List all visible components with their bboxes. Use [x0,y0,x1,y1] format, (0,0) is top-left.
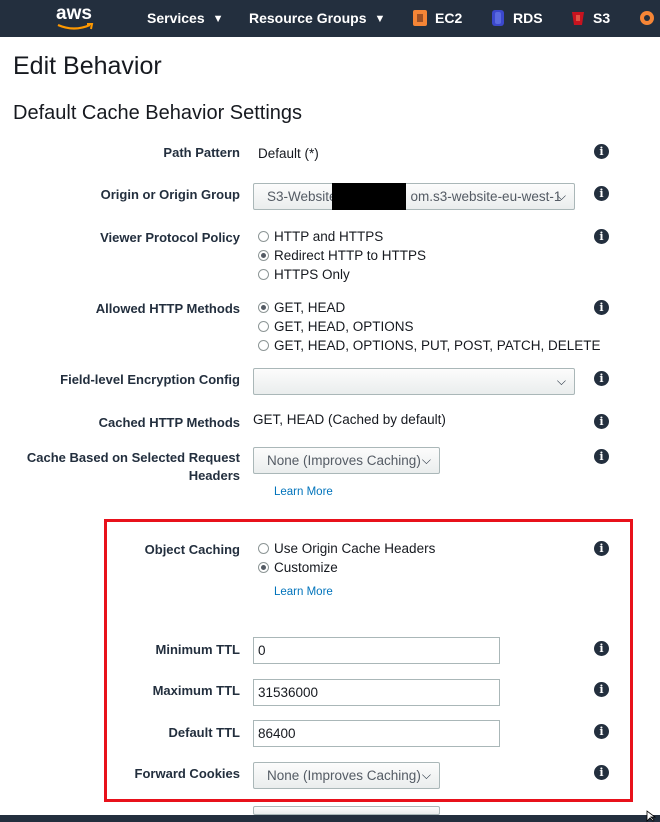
radio-button[interactable] [258,542,269,554]
radio-label: Redirect HTTP to HTTPS [274,247,427,263]
radio-redirect-http-to-https[interactable]: Redirect HTTP to HTTPS [258,246,426,264]
services-menu[interactable]: Services ▼ [147,10,224,26]
info-icon[interactable]: i [594,371,609,386]
info-icon[interactable]: i [594,414,609,429]
info-icon[interactable]: i [594,641,609,656]
chevron-down-icon: ⌵ [421,768,431,782]
cached-methods-label: Cached HTTP Methods [98,415,240,430]
radio-button[interactable] [258,320,269,332]
radio-label: GET, HEAD, OPTIONS, PUT, POST, PATCH, DE… [274,337,601,353]
path-pattern-value: Default (*) [258,146,319,161]
cached-methods-value: GET, HEAD (Cached by default) [253,412,446,427]
fle-config-select[interactable]: ⌵ [253,368,575,395]
radio-http-and-https[interactable]: HTTP and HTTPS [258,227,383,245]
radio-button[interactable] [258,268,269,280]
allowed-methods-label: Allowed HTTP Methods [95,301,240,316]
info-icon[interactable]: i [594,682,609,697]
cache-headers-select[interactable]: None (Improves Caching) ⌵ [253,447,440,474]
info-icon[interactable]: i [594,186,609,201]
forward-cookies-label: Forward Cookies [134,766,240,781]
info-icon[interactable]: i [594,765,609,780]
radio-label: GET, HEAD [274,299,346,315]
radio-button[interactable] [258,230,269,242]
resource-groups-label: Resource Groups [249,10,367,26]
forward-cookies-select[interactable]: None (Improves Caching) ⌵ [253,762,440,789]
radio-get-head[interactable]: GET, HEAD [258,298,345,316]
ec2-shortcut[interactable]: EC2 [435,10,462,26]
chevron-down-icon: ⌵ [556,374,566,388]
radio-button[interactable] [258,339,269,351]
radio-use-origin-cache-headers[interactable]: Use Origin Cache Headers [258,539,435,557]
learn-more-link[interactable]: Learn More [274,486,333,498]
chevron-down-icon: ▼ [212,13,224,25]
aws-logo[interactable]: aws [56,3,96,33]
cache-headers-value: None (Improves Caching) [267,453,421,468]
radio-label: HTTPS Only [274,266,350,282]
label-line: Headers [188,468,240,483]
path-pattern-label: Path Pattern [163,145,240,160]
section-title: Default Cache Behavior Settings [13,102,303,124]
info-icon[interactable]: i [594,449,609,464]
top-nav: aws Services ▼ Resource Groups ▼ EC2 RDS S… [0,0,660,37]
label-line: Cache Based on Selected Request [26,450,240,465]
radio-get-head-options[interactable]: GET, HEAD, OPTIONS [258,317,414,335]
redaction-bar [332,183,406,210]
origin-value-start: S3-Website [267,189,337,204]
max-ttl-input[interactable]: 31536000 [253,679,500,706]
chevron-down-icon: ⌵ [421,453,431,467]
forward-cookies-value: None (Improves Caching) [267,768,421,783]
page-title: Edit Behavior [13,52,162,80]
radio-customize[interactable]: Customize [258,558,338,576]
aws-smile-icon [57,23,94,30]
bottom-bar [0,815,660,822]
cloudfront-icon [640,11,654,25]
object-caching-label: Object Caching [144,542,240,557]
origin-value-end: om.s3-website-eu-west-1 [410,189,562,204]
min-ttl-input[interactable]: 0 [253,637,500,664]
radio-button[interactable] [258,249,269,261]
radio-button[interactable] [258,561,269,573]
cache-headers-label: Cache Based on Selected Request Headers [27,449,240,485]
radio-label: HTTP and HTTPS [274,228,384,244]
fle-config-label: Field-level Encryption Config [60,372,240,387]
origin-select[interactable]: S3-Website om.s3-website-eu-west-1 ⌵ [253,183,575,210]
rds-shortcut[interactable]: RDS [513,10,543,26]
chevron-down-icon: ▼ [374,13,386,25]
next-select-partial[interactable] [253,806,440,815]
radio-button[interactable] [258,301,269,313]
radio-label: Customize [274,559,338,575]
min-ttl-label: Minimum TTL [155,642,241,657]
radio-label: Use Origin Cache Headers [274,540,436,556]
info-icon[interactable]: i [594,300,609,315]
chevron-down-icon: ⌵ [556,189,566,203]
origin-label: Origin or Origin Group [100,187,240,202]
default-ttl-input[interactable]: 86400 [253,720,500,747]
rds-icon [492,10,504,26]
info-icon[interactable]: i [594,724,609,739]
info-icon[interactable]: i [594,229,609,244]
services-label: Services [147,10,205,26]
s3-icon [572,12,584,25]
info-icon[interactable]: i [594,541,609,556]
learn-more-link[interactable]: Learn More [274,586,333,598]
s3-shortcut[interactable]: S3 [593,10,610,26]
radio-all-methods[interactable]: GET, HEAD, OPTIONS, PUT, POST, PATCH, DE… [258,336,601,354]
max-ttl-label: Maximum TTL [152,683,240,698]
info-icon[interactable]: i [594,144,609,159]
viewer-protocol-label: Viewer Protocol Policy [100,230,240,245]
radio-label: GET, HEAD, OPTIONS [274,318,414,334]
mouse-cursor-icon [646,810,656,822]
radio-https-only[interactable]: HTTPS Only [258,265,350,283]
ec2-icon [413,10,427,26]
resource-groups-menu[interactable]: Resource Groups ▼ [249,10,385,26]
default-ttl-label: Default TTL [168,725,241,740]
